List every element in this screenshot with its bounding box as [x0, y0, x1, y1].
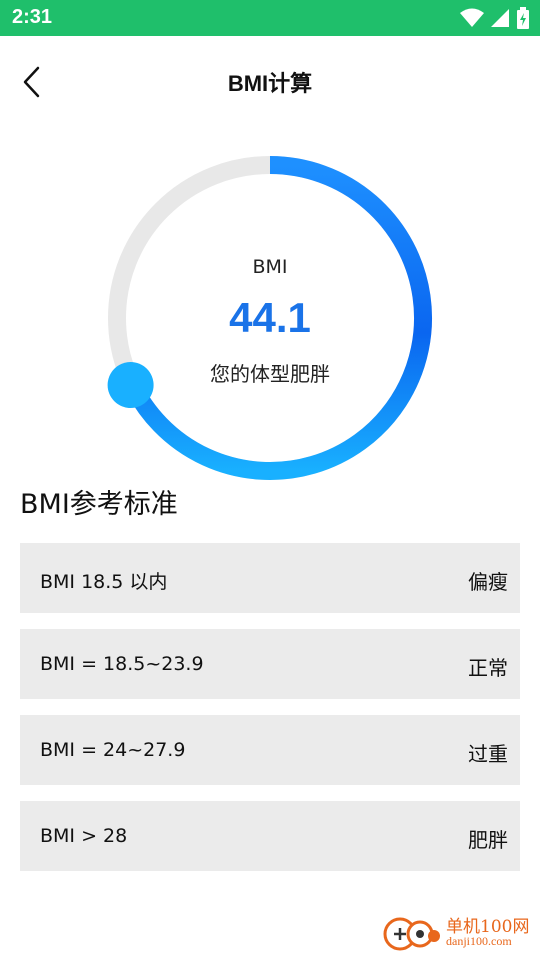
reference-category: 肥胖 [468, 828, 508, 852]
status-icons [460, 6, 530, 30]
reference-row: BMI > 28 肥胖 [20, 801, 520, 871]
reference-category: 过重 [468, 742, 508, 766]
reference-range: BMI = 24~27.9 [40, 739, 186, 761]
reference-category: 偏瘦 [468, 570, 508, 594]
reference-row: BMI 18.5 以内 偏瘦 [20, 543, 520, 613]
page-title: BMI计算 [227, 71, 313, 96]
bmi-gauge: BMI 44.1 您的体型肥胖 [98, 146, 442, 490]
app-bar: BMI计算 [0, 36, 540, 128]
reference-range: BMI = 18.5~23.9 [40, 653, 204, 675]
reference-row: BMI = 24~27.9 过重 [20, 715, 520, 785]
status-time: 2:31 [12, 6, 53, 28]
signal-icon [491, 9, 509, 27]
wifi-icon [460, 8, 484, 27]
watermark: 单机100网 danji100.com [382, 910, 532, 956]
status-bar: 2:31 [0, 0, 540, 36]
reference-title: BMI参考标准 [20, 489, 178, 520]
bmi-value: 44.1 [229, 294, 311, 341]
reference-list: BMI 18.5 以内 偏瘦 BMI = 18.5~23.9 正常 BMI = … [20, 543, 520, 887]
reference-range: BMI > 28 [40, 825, 128, 847]
watermark-logo-icon [383, 917, 440, 951]
reference-row: BMI = 18.5~23.9 正常 [20, 629, 520, 699]
reference-range: BMI 18.5 以内 [40, 571, 168, 593]
gauge-label: BMI [252, 256, 288, 278]
watermark-url: danji100.com [446, 934, 512, 948]
bmi-status-text: 您的体型肥胖 [210, 362, 330, 386]
reference-category: 正常 [468, 656, 508, 680]
battery-icon [517, 7, 529, 29]
